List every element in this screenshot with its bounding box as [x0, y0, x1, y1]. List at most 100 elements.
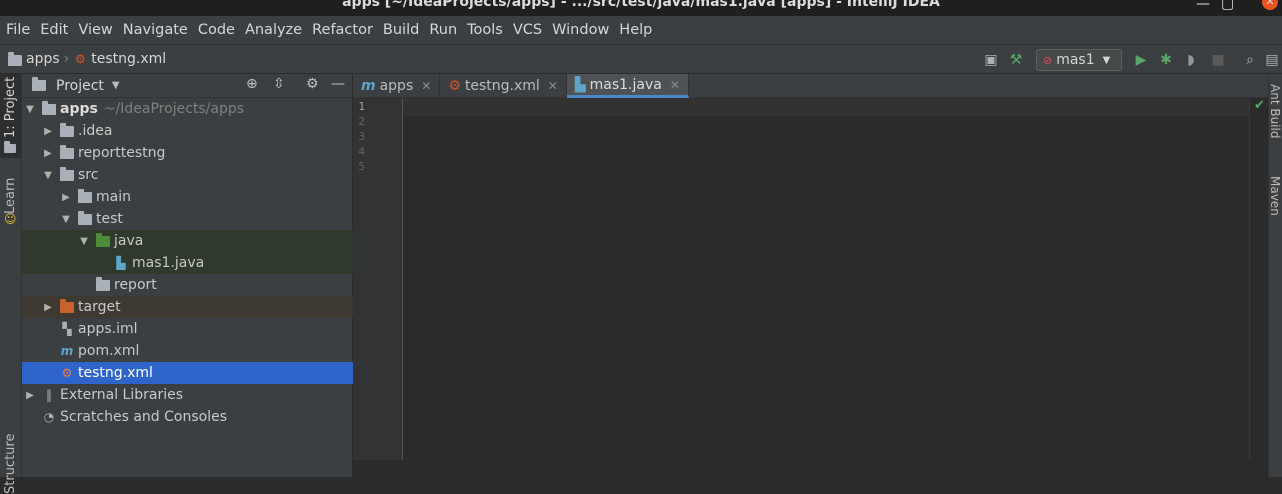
expanded-arrow-icon[interactable]: ▼: [24, 104, 36, 115]
project-view-select[interactable]: Project: [56, 78, 104, 94]
module-folder-icon: [42, 100, 56, 115]
learn-tool-label[interactable]: Learn: [3, 178, 18, 214]
tree-row-reporttestng[interactable]: ▶ reporttestng: [22, 142, 353, 164]
excluded-folder-icon: [60, 298, 74, 313]
tree-label: Scratches and Consoles: [60, 409, 227, 425]
project-tool-label[interactable]: 1: Project: [3, 77, 18, 138]
test-source-folder-icon: [96, 232, 110, 247]
terminal-icon[interactable]: ▣: [981, 50, 1001, 70]
maven-tool-label[interactable]: Maven: [1268, 176, 1282, 216]
menu-file[interactable]: File: [4, 22, 32, 38]
chevron-down-icon[interactable]: ▼: [112, 80, 120, 91]
expanded-arrow-icon[interactable]: ▼: [78, 236, 90, 247]
tree-row-idea[interactable]: ▶ .idea: [22, 120, 353, 142]
menu-run[interactable]: Run: [427, 22, 459, 38]
coverage-icon[interactable]: ◗: [1181, 50, 1201, 70]
java-class-icon: ▙: [574, 76, 586, 93]
tab-mas1-java[interactable]: ▙ mas1.java ✕: [566, 74, 689, 98]
tree-label: External Libraries: [60, 387, 183, 403]
collapsed-arrow-icon[interactable]: ▶: [42, 302, 54, 313]
chevron-right-icon: ›: [63, 51, 70, 67]
folder-icon: [60, 166, 74, 181]
folder-icon: [60, 122, 74, 137]
testng-file-icon: ⚙: [448, 78, 461, 94]
tree-row-scratches[interactable]: ◔ Scratches and Consoles: [22, 406, 353, 428]
menu-code[interactable]: Code: [196, 22, 237, 38]
menu-view[interactable]: View: [76, 22, 114, 38]
run-icon[interactable]: ▶: [1131, 50, 1151, 70]
tree-label: pom.xml: [78, 343, 140, 359]
tree-label: reporttestng: [78, 145, 166, 161]
menu-navigate[interactable]: Navigate: [121, 22, 190, 38]
menu-build[interactable]: Build: [381, 22, 421, 38]
code-editor[interactable]: [403, 98, 1249, 460]
vcs-icon[interactable]: ▤: [1262, 50, 1282, 70]
collapse-all-icon[interactable]: ⇳: [273, 76, 285, 92]
tree-row-target[interactable]: ▶ target: [22, 296, 353, 318]
menu-tools[interactable]: Tools: [465, 22, 505, 38]
tree-label: java: [114, 233, 144, 249]
tree-row-test[interactable]: ▼ test: [22, 208, 353, 230]
debug-icon[interactable]: ✱: [1156, 50, 1176, 70]
collapsed-arrow-icon[interactable]: ▶: [42, 148, 54, 159]
minimize-icon[interactable]: —: [1196, 0, 1210, 12]
close-tab-icon[interactable]: ✕: [548, 79, 558, 93]
close-tab-icon[interactable]: ✕: [421, 79, 431, 93]
ant-build-tool-label[interactable]: Ant Build: [1268, 84, 1282, 138]
navigation-bar: apps › ⚙ testng.xml ▣ ⚒ ⊘ mas1 ▼ ▶ ✱ ◗ ■…: [0, 44, 1282, 74]
breadcrumb: apps › ⚙ testng.xml: [8, 51, 166, 67]
tree-row-mas1-java[interactable]: ▙ mas1.java: [22, 252, 353, 274]
breadcrumb-project[interactable]: apps: [26, 51, 60, 67]
folder-icon: [78, 210, 92, 225]
tab-label: mas1.java: [589, 76, 662, 93]
gear-icon[interactable]: ⚙: [306, 76, 319, 92]
collapsed-arrow-icon[interactable]: ▶: [60, 192, 72, 203]
tree-label: test: [96, 211, 123, 227]
stop-icon[interactable]: ■: [1208, 50, 1228, 70]
tree-row-report[interactable]: report: [22, 274, 353, 296]
tree-row-src[interactable]: ▼ src: [22, 164, 353, 186]
collapsed-arrow-icon[interactable]: ▶: [24, 390, 36, 401]
tree-label: target: [78, 299, 121, 315]
search-icon[interactable]: ⌕: [1240, 50, 1260, 70]
line-number: 5: [358, 160, 365, 173]
menu-refactor[interactable]: Refactor: [310, 22, 375, 38]
menu-vcs[interactable]: VCS: [511, 22, 544, 38]
run-config-select[interactable]: ⊘ mas1 ▼: [1036, 49, 1122, 71]
hide-icon[interactable]: —: [331, 76, 345, 92]
collapsed-arrow-icon[interactable]: ▶: [42, 126, 54, 137]
tree-row-java[interactable]: ▼ java: [22, 230, 353, 252]
build-hammer-icon[interactable]: ⚒: [1006, 50, 1026, 70]
testng-file-icon: ⚙: [74, 51, 86, 66]
breadcrumb-file[interactable]: testng.xml: [91, 51, 166, 67]
menu-help[interactable]: Help: [617, 22, 654, 38]
editor-right-margin: ✔: [1249, 98, 1268, 460]
tree-row-main[interactable]: ▶ main: [22, 186, 353, 208]
tab-testng-xml[interactable]: ⚙ testng.xml ✕: [440, 74, 567, 98]
tree-row-testng-xml[interactable]: ⚙ testng.xml: [22, 362, 353, 384]
maximize-icon[interactable]: ▢: [1221, 0, 1234, 12]
tab-apps[interactable]: m apps ✕: [353, 74, 441, 98]
expanded-arrow-icon[interactable]: ▼: [60, 214, 72, 225]
structure-tool-label[interactable]: Structure: [3, 434, 18, 494]
folder-icon: [60, 144, 74, 159]
tree-label: apps.iml: [78, 321, 138, 337]
folder-icon: [78, 188, 92, 203]
tree-row-apps-iml[interactable]: ▚ apps.iml: [22, 318, 353, 340]
locate-target-icon[interactable]: ⊕: [246, 76, 258, 92]
title-bar: apps [~/IdeaProjects/apps] - .../src/tes…: [0, 0, 1282, 16]
current-line-highlight: [403, 98, 1249, 116]
folder-icon: [96, 276, 110, 291]
menu-window[interactable]: Window: [550, 22, 611, 38]
testng-file-icon: ⚙: [61, 365, 73, 380]
tree-row-apps[interactable]: ▼ apps ~/IdeaProjects/apps: [22, 98, 353, 120]
tree-row-pom-xml[interactable]: m pom.xml: [22, 340, 353, 362]
java-class-icon: ▙: [116, 255, 126, 270]
close-tab-icon[interactable]: ✕: [670, 78, 680, 92]
editor-gutter: 1 2 3 4 5: [353, 98, 403, 460]
menu-analyze[interactable]: Analyze: [243, 22, 304, 38]
expanded-arrow-icon[interactable]: ▼: [42, 170, 54, 181]
tree-row-external-libraries[interactable]: ▶ ‖ External Libraries: [22, 384, 353, 406]
tree-path: ~/IdeaProjects/apps: [103, 101, 245, 117]
menu-edit[interactable]: Edit: [38, 22, 70, 38]
